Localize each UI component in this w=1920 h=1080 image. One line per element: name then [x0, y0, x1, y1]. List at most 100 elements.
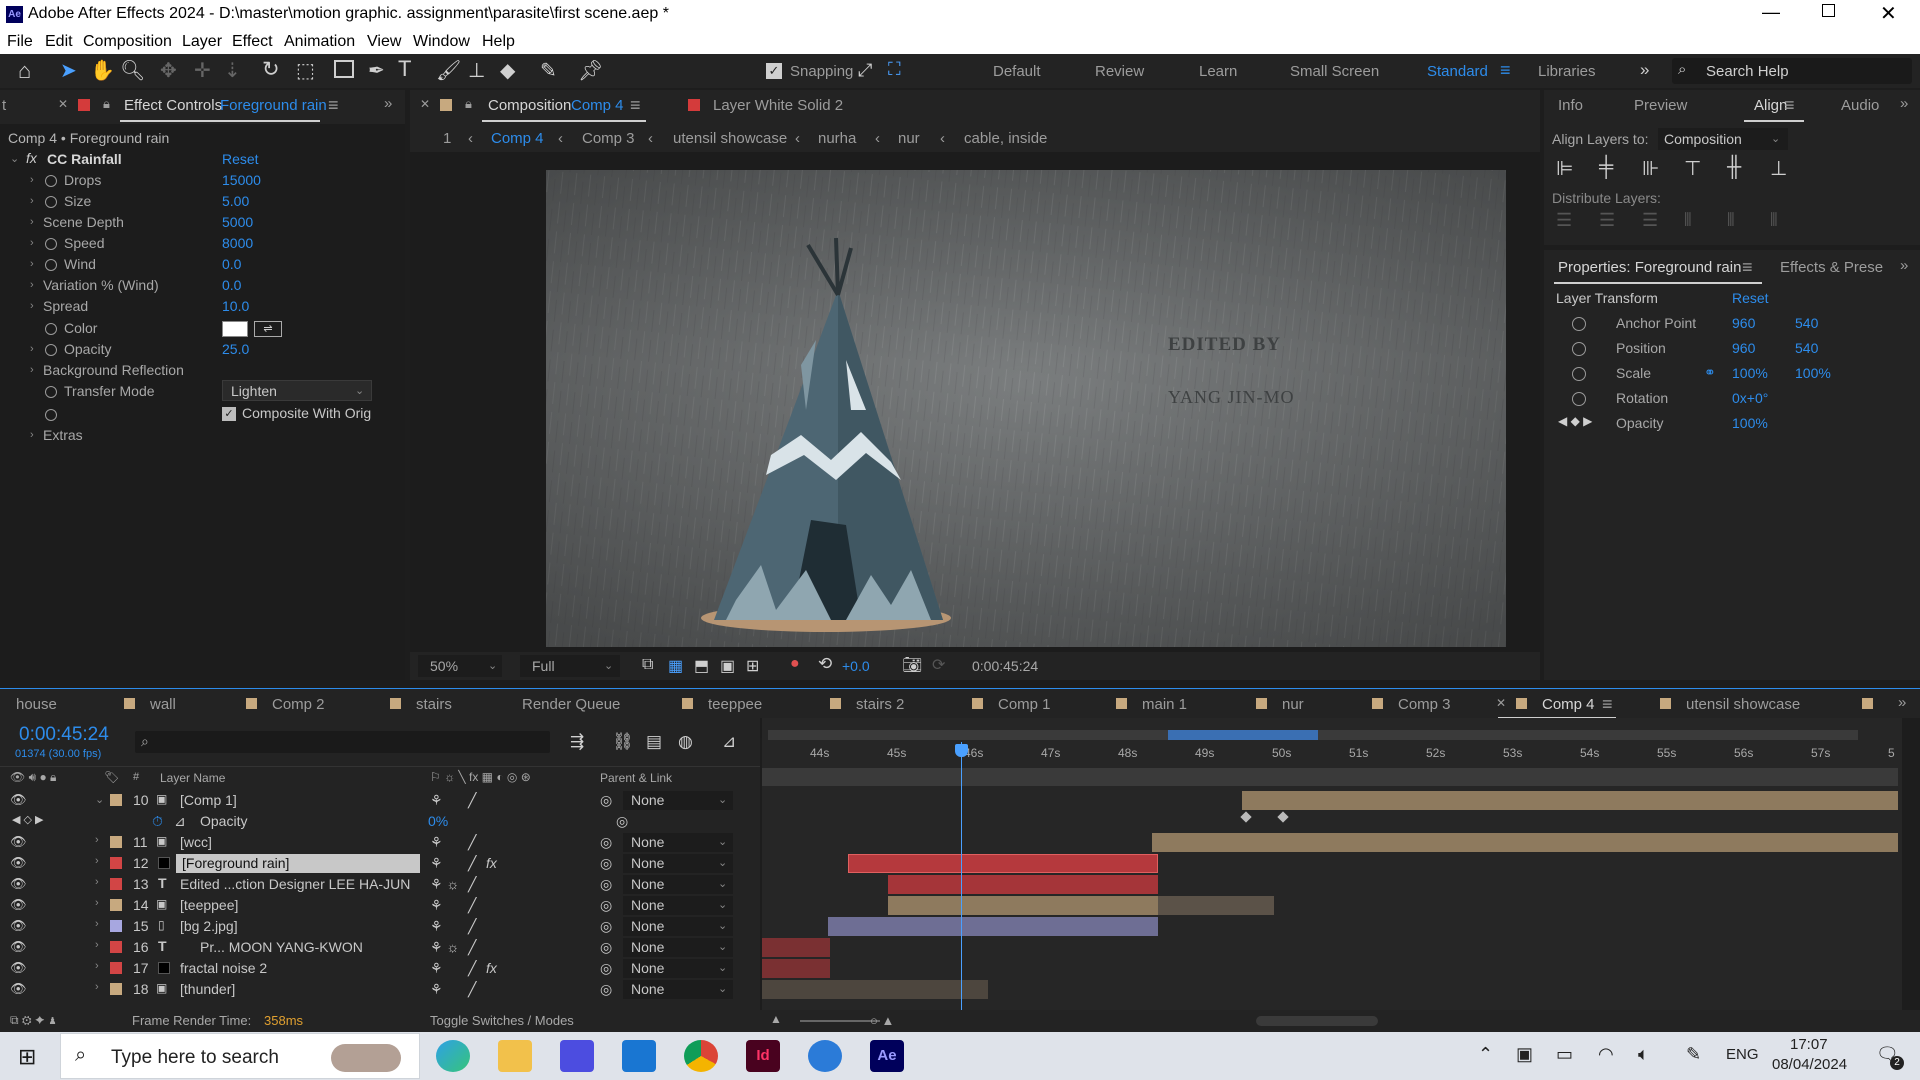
- wifi-icon[interactable]: ◠: [1598, 1044, 1614, 1065]
- rectangle-tool-icon[interactable]: [334, 60, 354, 78]
- label-color[interactable]: [110, 962, 122, 974]
- shy-switch-icon[interactable]: ⚘: [430, 918, 443, 935]
- pen-icon[interactable]: ✎: [1686, 1044, 1701, 1065]
- param-value-speed[interactable]: 8000: [222, 235, 253, 251]
- timeline-tab-house[interactable]: house: [16, 696, 57, 713]
- opacity-property-row[interactable]: ◀ ◇ ▶ ⏱︎ ⊿ Opacity 0% ◎: [0, 811, 760, 832]
- layer-row[interactable]: 👁︎ › 17 fractal noise 2 ⚘ ╱ fx ◎ None ⌄: [0, 958, 760, 979]
- mail-icon[interactable]: [622, 1040, 656, 1072]
- pan-tool-icon[interactable]: ✛: [194, 58, 211, 83]
- work-area-range[interactable]: [1168, 730, 1318, 740]
- pickwhip-icon[interactable]: ◎: [600, 855, 612, 872]
- quality-switch-icon[interactable]: ╱: [468, 918, 476, 935]
- snap-target-icon[interactable]: ⛶: [888, 59, 901, 80]
- menu-effect[interactable]: Effect: [232, 33, 273, 51]
- breadcrumb-cable[interactable]: cable, inside: [964, 130, 1047, 147]
- layer-bar-thunder[interactable]: [762, 980, 988, 999]
- eye-icon[interactable]: 👁︎: [10, 834, 27, 850]
- breadcrumb-1[interactable]: 1: [443, 130, 451, 147]
- workspace-review[interactable]: Review: [1095, 63, 1144, 80]
- viewer-timecode[interactable]: 0:00:45:24: [972, 658, 1038, 674]
- breadcrumb-comp-4[interactable]: Comp 4: [491, 130, 544, 147]
- taskbar-search[interactable]: ⌕ Type here to search: [60, 1033, 420, 1079]
- stopwatch-icon[interactable]: [1572, 340, 1586, 357]
- quality-switch-icon[interactable]: ╱: [468, 834, 476, 851]
- fx-switch-icon[interactable]: fx: [486, 960, 497, 976]
- shy-switch-icon[interactable]: ⚘: [430, 855, 443, 872]
- expand-variation-icon[interactable]: ›: [30, 279, 34, 291]
- expand-opacity-icon[interactable]: ›: [30, 343, 34, 355]
- align-h-center-icon[interactable]: ╪: [1599, 156, 1613, 179]
- layer-tab[interactable]: Layer White Solid 2: [713, 97, 843, 114]
- effect-controls-layer-name[interactable]: Foreground rain: [220, 97, 327, 114]
- timeline-scrollbar[interactable]: [1256, 1016, 1378, 1026]
- constrain-proportions-icon[interactable]: ⚭: [1704, 364, 1716, 381]
- keyframe-nav-icon[interactable]: ◀ ◇ ▶: [12, 813, 44, 826]
- eye-icon[interactable]: 👁︎: [10, 855, 27, 871]
- timeline-tab-main-1[interactable]: main 1: [1142, 696, 1187, 713]
- align-left-icon[interactable]: ⊫: [1556, 156, 1573, 181]
- expand-chevron-icon[interactable]: ›: [95, 981, 99, 993]
- param-value-scene-depth[interactable]: 5000: [222, 214, 253, 230]
- brush-tool-icon[interactable]: 🖌︎: [436, 58, 461, 83]
- keyframe-icon[interactable]: [1240, 811, 1252, 823]
- eraser-tool-icon[interactable]: ◆: [500, 58, 515, 83]
- reset-exposure-icon[interactable]: ⟲: [818, 654, 832, 674]
- shy-switch-icon[interactable]: ⚘: [430, 792, 443, 809]
- snap-expand-icon[interactable]: ⤢: [858, 60, 872, 81]
- composition-tab-comp[interactable]: Comp 4: [571, 97, 624, 114]
- workspace-standard[interactable]: Standard: [1427, 63, 1488, 80]
- panel-overflow-icon[interactable]: »: [384, 95, 392, 112]
- label-color[interactable]: [110, 836, 122, 848]
- shy-switch-icon[interactable]: ⚘ ☼: [430, 876, 459, 893]
- timeline-tab-comp-4[interactable]: Comp 4: [1542, 696, 1595, 713]
- shy-switch-icon[interactable]: ⚘: [430, 897, 443, 914]
- scribe-app-icon[interactable]: [560, 1040, 594, 1072]
- tray-app-icon[interactable]: ▣: [1516, 1044, 1533, 1065]
- timeline-tab-wall[interactable]: wall: [150, 696, 176, 713]
- after-effects-icon[interactable]: Ae: [870, 1040, 904, 1072]
- breadcrumb-utensil[interactable]: utensil showcase: [673, 130, 787, 147]
- expand-chevron-icon[interactable]: ›: [95, 918, 99, 930]
- time-ruler[interactable]: 44s 45s 46s 47s 48s 49s 50s 51s 52s 53s …: [762, 742, 1902, 766]
- chrome-icon[interactable]: [684, 1040, 718, 1072]
- draft-3d-icon[interactable]: ⛓: [612, 732, 634, 752]
- region-of-interest-icon[interactable]: ⧉: [642, 656, 653, 674]
- expand-extras-icon[interactable]: ›: [30, 429, 34, 441]
- layer-row[interactable]: 👁︎ › 13 T Edited ...ction Designer LEE H…: [0, 874, 760, 895]
- prop-position-y[interactable]: 540: [1795, 340, 1818, 356]
- panel-menu-icon[interactable]: ≡: [328, 95, 339, 116]
- param-value-drops[interactable]: 15000: [222, 172, 261, 188]
- composition-mini-flowchart-icon[interactable]: ⇶: [570, 732, 584, 752]
- layer-name[interactable]: Edited ...ction Designer LEE HA-JUN: [180, 876, 410, 892]
- transparency-grid-icon[interactable]: ▦: [668, 656, 683, 676]
- rotation-tool-icon[interactable]: ↻: [262, 57, 280, 82]
- align-right-icon[interactable]: ⊪: [1642, 156, 1659, 181]
- workspace-menu-icon[interactable]: ≡: [1500, 60, 1511, 81]
- eye-icon[interactable]: 👁︎: [10, 939, 27, 955]
- close-tab-icon[interactable]: ✕: [420, 97, 430, 111]
- align-bottom-icon[interactable]: ⊥: [1770, 156, 1787, 181]
- maximize-icon[interactable]: [1822, 4, 1835, 17]
- expand-bg-reflection-icon[interactable]: ›: [30, 364, 34, 376]
- parent-dropdown[interactable]: None ⌄: [623, 959, 733, 978]
- shy-switch-icon[interactable]: ⚘: [430, 981, 443, 998]
- menu-window[interactable]: Window: [413, 33, 470, 51]
- volume-icon[interactable]: 🔈︎: [1638, 1044, 1649, 1065]
- lock-icon[interactable]: 🔒︎: [465, 96, 472, 112]
- eyedropper-icon[interactable]: ⇌: [254, 321, 282, 337]
- timeline-zoom-slider[interactable]: [800, 1020, 880, 1022]
- layer-row[interactable]: 👁︎ › 12 [Foreground rain] ⚘ ╱ fx ◎ None ⌄: [0, 853, 760, 874]
- expand-chevron-icon[interactable]: ›: [95, 855, 99, 867]
- stopwatch-icon[interactable]: [45, 406, 57, 422]
- distribute-top-icon[interactable]: ☰: [1556, 210, 1572, 231]
- shy-switch-icon[interactable]: ⚘ ☼: [430, 939, 459, 956]
- layer-bar-moon-text[interactable]: [762, 938, 830, 957]
- dolly-tool-icon[interactable]: ⇣: [224, 58, 241, 83]
- pen-tool-icon[interactable]: ✒: [368, 58, 385, 83]
- distribute-bottom-icon[interactable]: ☰: [1642, 210, 1658, 231]
- creative-cloud-icon[interactable]: [808, 1040, 842, 1072]
- pickwhip-icon[interactable]: ◎: [600, 792, 612, 809]
- selection-tool-icon[interactable]: ➤: [60, 58, 77, 83]
- layer-row[interactable]: 👁︎ › 15 ▯ [bg 2.jpg] ⚘ ╱ ◎ None ⌄: [0, 916, 760, 937]
